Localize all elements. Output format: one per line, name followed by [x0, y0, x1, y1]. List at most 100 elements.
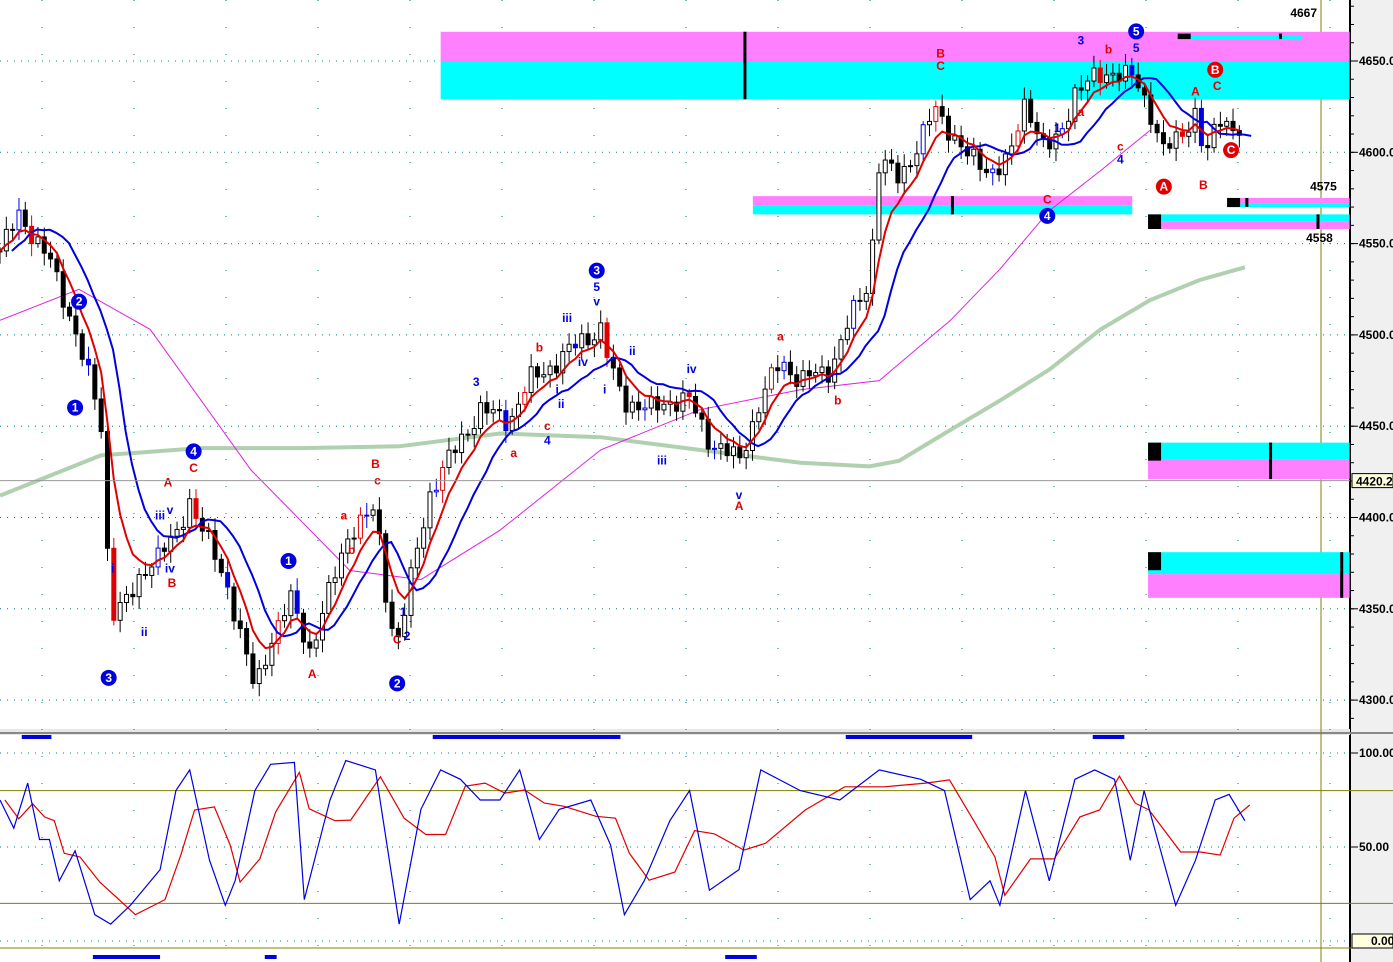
candle-body — [1198, 107, 1204, 147]
zone-start-block — [1148, 442, 1162, 461]
candle-body — [307, 641, 313, 649]
candle-body — [490, 409, 496, 414]
wave-label: ii — [629, 344, 636, 358]
candle-body — [446, 449, 452, 468]
candle-body — [699, 412, 705, 420]
wave-label: b — [1105, 43, 1112, 57]
wave-label: ii — [558, 397, 565, 411]
candle-body — [617, 367, 623, 387]
price-tick-label: 4300.00 — [1359, 693, 1393, 707]
candle-body — [1160, 132, 1166, 145]
wave-label: a — [510, 446, 517, 460]
candle-body — [566, 343, 572, 353]
candle-body — [851, 299, 857, 329]
candle-body — [971, 148, 977, 157]
zone-cyan — [752, 205, 1133, 215]
candle-body — [1173, 131, 1179, 149]
wave-label: a — [1078, 105, 1085, 119]
candle-body — [149, 566, 155, 576]
candle-body — [686, 392, 692, 397]
candle-body — [1129, 64, 1135, 76]
candle-body — [1224, 120, 1230, 127]
slow-moving-average-line — [0, 265, 1246, 498]
wave-label: C — [936, 59, 945, 73]
wave-label: 2 — [76, 295, 83, 309]
candle-body — [1021, 98, 1027, 132]
candle-body — [945, 115, 951, 141]
candle-body — [256, 668, 262, 684]
candle-body — [174, 528, 180, 537]
candle-body — [3, 228, 9, 252]
candle-body — [73, 315, 79, 335]
wave-label: C — [189, 461, 198, 475]
oscillator-tick-label: 50.00 — [1359, 840, 1389, 854]
wave-label: iii — [155, 508, 165, 522]
lower-band-line — [0, 75, 1240, 650]
candle-body — [787, 361, 793, 376]
last-price-badge: 4420.2 — [1351, 473, 1393, 489]
candle-body — [933, 106, 939, 122]
price-tick-label: 4650.00 — [1359, 54, 1393, 68]
candle-body — [142, 573, 148, 576]
candle-body — [1186, 131, 1192, 137]
price-tick-label: 4500.00 — [1359, 328, 1393, 342]
candle-body — [370, 509, 376, 516]
candle-body — [996, 168, 1002, 176]
wave-label: i — [556, 382, 559, 396]
candle-body — [180, 526, 186, 530]
wave-label: b — [536, 340, 543, 354]
candle-body — [237, 620, 243, 630]
level-label: 4667 — [1290, 6, 1317, 20]
candle-body — [762, 388, 768, 414]
candle-body — [844, 327, 850, 341]
wave-label: 3 — [1078, 34, 1085, 48]
wave-label: 4 — [190, 444, 197, 458]
wave-label: C — [1213, 79, 1222, 93]
candle-body — [572, 343, 578, 349]
candle-body — [244, 628, 250, 655]
candle-body — [1028, 98, 1034, 123]
candle-body — [1217, 123, 1223, 127]
zone-start-block — [1227, 197, 1241, 208]
candle-body — [724, 443, 730, 457]
candle-body — [712, 447, 718, 450]
candle-body — [414, 547, 420, 569]
wave-label: a — [777, 329, 784, 343]
candle-body — [838, 339, 844, 360]
candle-body — [895, 162, 901, 184]
candle-body — [737, 446, 743, 459]
candle-body — [1104, 74, 1110, 84]
candle-body — [10, 228, 16, 231]
wave-label: b — [834, 393, 841, 407]
wave-label: 3 — [593, 264, 600, 278]
candle-body — [534, 366, 540, 378]
candle-body — [161, 547, 167, 552]
wave-label: C — [1227, 143, 1236, 157]
candle-body — [800, 370, 806, 387]
price-tick-label: 4600.00 — [1359, 145, 1393, 159]
candle-body — [629, 401, 635, 413]
wave-label: B — [1199, 178, 1208, 192]
candle-body — [231, 586, 237, 622]
wave-label: v — [167, 503, 174, 517]
candle-body — [22, 209, 28, 227]
candle-body — [111, 547, 117, 621]
zone-cyan — [1177, 35, 1303, 40]
wave-label: 1 — [285, 554, 292, 568]
candle-body — [497, 409, 503, 412]
wave-label: 3 — [105, 671, 112, 685]
candle-body — [1002, 153, 1008, 176]
signal-bar-bottom — [264, 955, 277, 959]
wave-label: 1 — [72, 401, 79, 415]
candle-body — [1085, 80, 1091, 91]
candle-body — [1179, 131, 1185, 137]
candle-body — [54, 258, 60, 273]
candle-body — [218, 558, 224, 574]
candle-body — [1110, 72, 1116, 76]
candle-body — [123, 593, 129, 604]
wave-label: 5 — [1133, 41, 1140, 55]
candle-body — [427, 491, 433, 529]
wave-label: i — [603, 382, 606, 396]
candle-body — [421, 527, 427, 549]
wave-label: iii — [562, 311, 572, 325]
